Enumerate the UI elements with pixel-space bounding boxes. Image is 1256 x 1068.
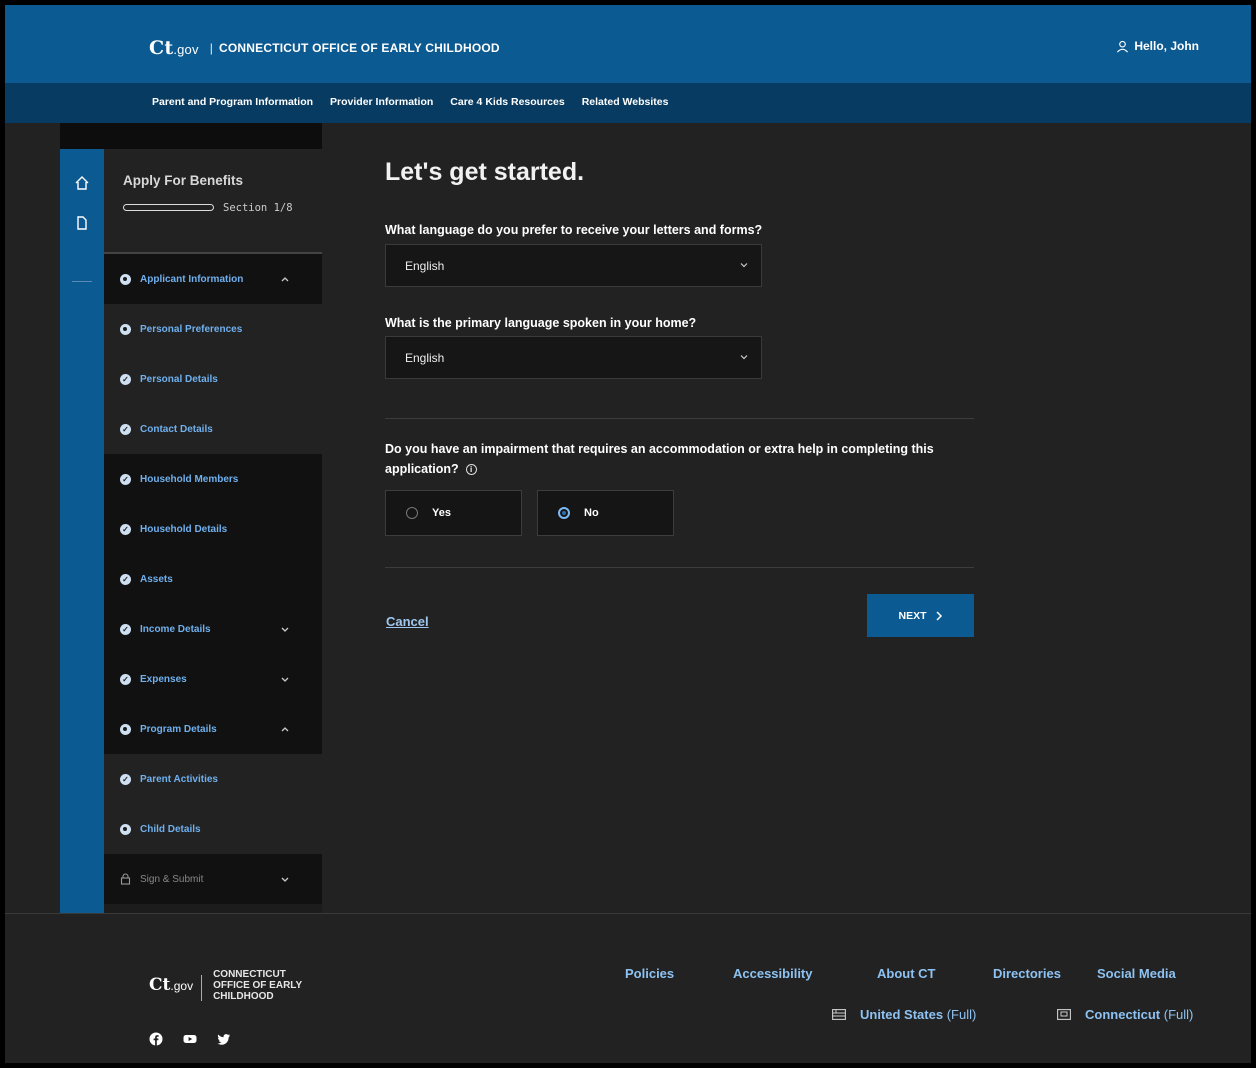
chevron-down-icon <box>740 355 748 360</box>
footer-link-policies[interactable]: Policies <box>625 966 674 981</box>
chevron-right-icon <box>935 610 942 621</box>
footer: Ct.gov CONNECTICUT OFFICE OF EARLY CHILD… <box>5 913 1251 1063</box>
home-icon[interactable] <box>74 175 90 191</box>
sidebar-top-strip <box>60 123 322 149</box>
footer-link-accessibility[interactable]: Accessibility <box>733 966 813 981</box>
youtube-icon[interactable] <box>183 1032 197 1046</box>
footer-link-about-ct[interactable]: About CT <box>877 966 935 981</box>
divider <box>385 418 974 419</box>
impairment-no-option[interactable]: No <box>537 490 674 536</box>
sidebar-item-income-details[interactable]: ✓ Income Details <box>104 604 322 654</box>
check-circle-icon: ✓ <box>120 573 131 585</box>
chevron-up-icon <box>281 277 289 282</box>
section-indicator: Section 1/8 <box>223 202 293 214</box>
nav-parent-program[interactable]: Parent and Program Information <box>152 96 313 108</box>
footer-link-directories[interactable]: Directories <box>993 966 1061 981</box>
ct-gov-logo: Ct.gov <box>149 975 194 995</box>
sidebar-header: Apply For Benefits Section 1/8 <box>104 149 322 254</box>
check-circle-icon: ✓ <box>120 423 131 435</box>
check-circle-icon: ✓ <box>120 623 131 635</box>
footer-brand[interactable]: Ct.gov CONNECTICUT OFFICE OF EARLY CHILD… <box>149 969 302 1002</box>
check-circle-icon: ✓ <box>120 373 131 385</box>
social-links <box>149 1032 231 1046</box>
chevron-up-icon <box>281 727 289 732</box>
sidebar-title: Apply For Benefits <box>123 173 244 188</box>
sidebar-item-child-details[interactable]: Child Details <box>104 804 322 854</box>
footer-ct-full-link[interactable]: Connecticut (Full) <box>1057 1007 1193 1022</box>
current-step-icon <box>120 723 131 735</box>
next-button[interactable]: NEXT <box>867 594 974 637</box>
sidebar-item-program-details[interactable]: Program Details <box>104 704 322 754</box>
check-circle-icon: ✓ <box>120 773 131 785</box>
check-circle-icon: ✓ <box>120 473 131 485</box>
greeting-text: Hello, John <box>1134 39 1199 53</box>
letters-language-label: What language do you prefer to receive y… <box>385 223 763 237</box>
letters-language-value: English <box>405 258 445 273</box>
sidebar-item-parent-activities[interactable]: ✓ Parent Activities <box>104 754 322 804</box>
footer-link-social-media[interactable]: Social Media <box>1097 966 1176 981</box>
nav-related-websites[interactable]: Related Websites <box>582 96 669 108</box>
agency-name: CONNECTICUT OFFICE OF EARLY CHILDHOOD <box>219 41 500 55</box>
divider <box>385 567 974 568</box>
twitter-icon[interactable] <box>217 1032 231 1046</box>
state-icon <box>1057 1009 1071 1020</box>
sidebar-item-contact-details[interactable]: ✓ Contact Details <box>104 404 322 454</box>
info-icon[interactable]: i <box>465 464 477 476</box>
sidebar-item-personal-preferences[interactable]: Personal Preferences <box>104 304 322 354</box>
app-frame: Ct.gov | CONNECTICUT OFFICE OF EARLY CHI… <box>5 5 1251 1063</box>
sidebar-item-assets[interactable]: ✓ Assets <box>104 554 322 604</box>
home-language-select[interactable]: English <box>385 336 762 379</box>
header-brand[interactable]: Ct.gov | CONNECTICUT OFFICE OF EARLY CHI… <box>149 37 500 59</box>
sidebar-item-household-members[interactable]: ✓ Household Members <box>104 454 322 504</box>
radio-selected-icon <box>558 507 570 519</box>
chevron-down-icon <box>740 263 748 268</box>
cancel-link[interactable]: Cancel <box>386 614 429 629</box>
impairment-question: Do you have an impairment that requires … <box>385 442 934 476</box>
sidebar-item-sign-submit[interactable]: Sign & Submit <box>104 854 322 904</box>
radio-unselected-icon <box>406 507 418 519</box>
current-step-icon <box>120 823 131 835</box>
chevron-down-icon <box>281 877 289 882</box>
current-step-icon <box>120 323 131 335</box>
flag-icon <box>832 1009 846 1020</box>
section-progress-bar <box>123 204 214 211</box>
check-circle-icon: ✓ <box>120 523 131 535</box>
user-greeting[interactable]: Hello, John <box>1116 39 1199 53</box>
sidebar-item-household-details[interactable]: ✓ Household Details <box>104 504 322 554</box>
impairment-yes-option[interactable]: Yes <box>385 490 522 536</box>
footer-us-full-link[interactable]: United States (Full) <box>832 1007 976 1022</box>
home-language-value: English <box>405 350 445 365</box>
page-title: Let's get started. <box>385 158 585 186</box>
lock-icon <box>120 873 131 885</box>
check-circle-icon: ✓ <box>120 673 131 685</box>
sidebar-item-applicant-information[interactable]: Applicant Information <box>104 254 322 304</box>
main-nav: Parent and Program Information Provider … <box>5 83 1251 123</box>
chevron-down-icon <box>281 677 289 682</box>
home-language-label: What is the primary language spoken in y… <box>385 316 697 330</box>
application-sidebar: Apply For Benefits Section 1/8 Applicant… <box>104 149 322 913</box>
footer-agency-name: CONNECTICUT OFFICE OF EARLY CHILDHOOD <box>213 969 303 1002</box>
sidebar-item-personal-details[interactable]: ✓ Personal Details <box>104 354 322 404</box>
user-icon <box>1117 40 1129 52</box>
current-step-icon <box>120 273 131 285</box>
header: Ct.gov | CONNECTICUT OFFICE OF EARLY CHI… <box>5 5 1251 83</box>
letters-language-select[interactable]: English <box>385 244 762 287</box>
sidebar-item-expenses[interactable]: ✓ Expenses <box>104 654 322 704</box>
nav-care4kids[interactable]: Care 4 Kids Resources <box>450 96 564 108</box>
chevron-down-icon <box>281 627 289 632</box>
nav-provider-info[interactable]: Provider Information <box>330 96 433 108</box>
icon-rail <box>60 149 104 913</box>
facebook-icon[interactable] <box>149 1032 163 1046</box>
ct-gov-logo: Ct.gov <box>149 37 199 59</box>
document-icon[interactable] <box>74 215 90 231</box>
